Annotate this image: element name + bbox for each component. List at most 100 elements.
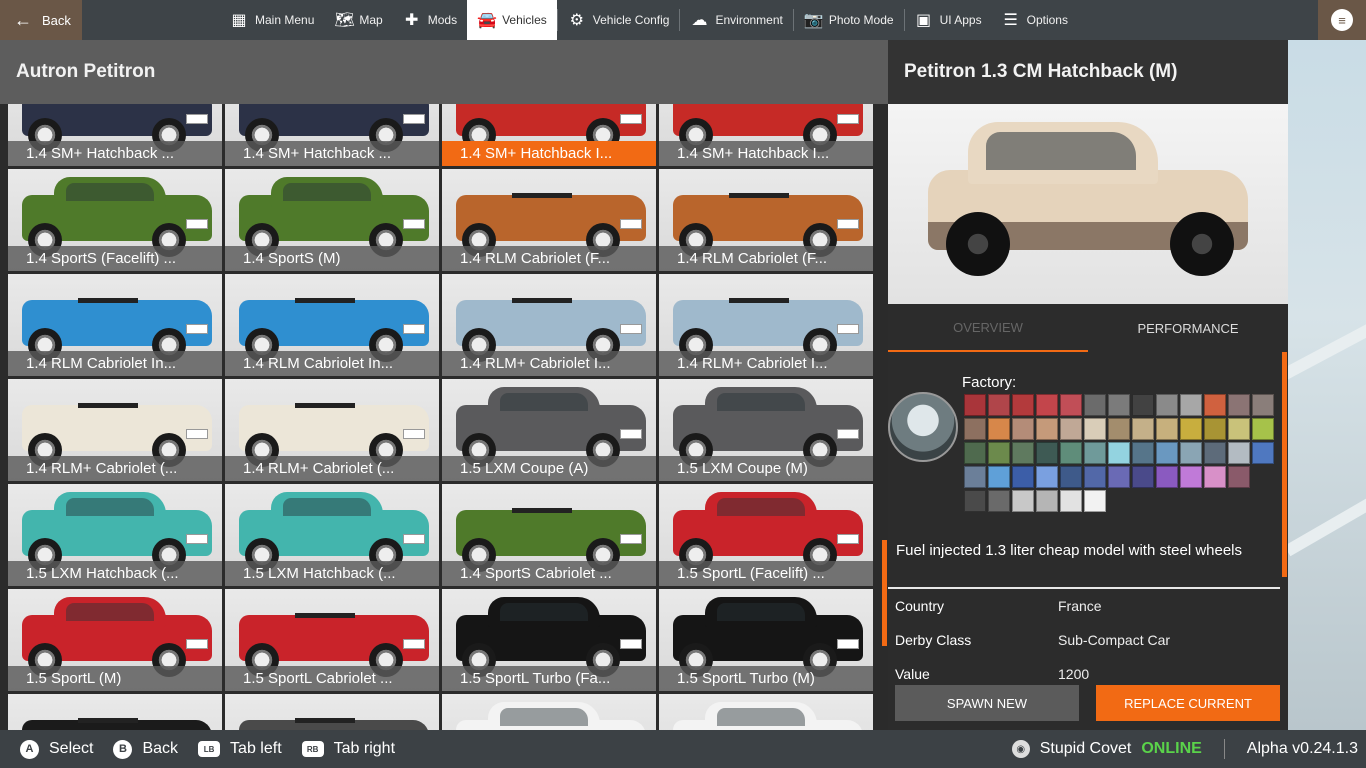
paint-swatch[interactable] [1156,466,1178,488]
paint-swatch[interactable] [1132,466,1154,488]
paint-swatch[interactable] [1204,442,1226,464]
paint-swatch[interactable] [1036,442,1058,464]
tab-performance[interactable]: PERFORMANCE [1088,304,1288,352]
tab-vehicles[interactable]: 🚘 Vehicles [467,0,557,40]
paint-swatch[interactable] [1156,394,1178,416]
config-tile[interactable]: 1.4 RLM+ Cabriolet I... [442,274,656,376]
paint-swatch[interactable] [1084,466,1106,488]
paint-swatch[interactable] [1180,394,1202,416]
paint-swatch[interactable] [1084,490,1106,512]
paint-swatch[interactable] [988,442,1010,464]
paint-swatch[interactable] [964,418,986,440]
paint-swatch[interactable] [1036,490,1058,512]
tab-ui-apps[interactable]: ▣ UI Apps [905,0,992,40]
paint-swatch[interactable] [1060,394,1082,416]
paint-swatch[interactable] [1252,418,1274,440]
paint-swatch[interactable] [1060,490,1082,512]
paint-swatch[interactable] [1132,418,1154,440]
paint-swatch[interactable] [1036,394,1058,416]
paint-swatch[interactable] [1084,418,1106,440]
paint-swatch[interactable] [1228,418,1250,440]
config-tile[interactable]: 1.4 RLM+ Cabriolet I... [659,274,873,376]
config-tile[interactable] [442,694,656,730]
spawn-new-button[interactable]: SPAWN NEW [895,685,1079,721]
tab-mods[interactable]: ✚ Mods [393,0,467,40]
paint-swatch[interactable] [1156,418,1178,440]
paint-swatch[interactable] [988,418,1010,440]
paint-swatch[interactable] [1228,394,1250,416]
config-tile[interactable]: 1.5 LXM Hatchback (... [225,484,439,586]
paint-swatch[interactable] [964,490,986,512]
config-tile[interactable]: 1.5 SportL Turbo (M) [659,589,873,691]
config-tile[interactable]: 1.4 SM+ Hatchback I... [659,104,873,166]
tab-main-menu[interactable]: ▦ Main Menu [220,0,324,40]
scrollbar[interactable] [1282,352,1287,577]
paint-swatch[interactable] [1204,418,1226,440]
config-tile[interactable] [225,694,439,730]
paint-swatch[interactable] [1012,394,1034,416]
paint-swatch[interactable] [964,466,986,488]
config-tile[interactable]: 1.4 RLM Cabriolet In... [225,274,439,376]
paint-swatch[interactable] [1132,442,1154,464]
paint-swatch[interactable] [1036,466,1058,488]
paint-swatch[interactable] [1132,394,1154,416]
paint-swatch[interactable] [1012,418,1034,440]
paint-swatch[interactable] [988,394,1010,416]
config-tile[interactable]: 1.5 SportL (Facelift) ... [659,484,873,586]
tab-environment[interactable]: ☁ Environment [680,0,792,40]
tab-options[interactable]: ☰ Options [992,0,1078,40]
config-tile[interactable]: 1.5 SportL (M) [8,589,222,691]
paint-swatch[interactable] [1252,394,1274,416]
paint-swatch[interactable] [1180,418,1202,440]
back-button[interactable]: ← Back [0,0,82,40]
config-tile[interactable]: 1.5 LXM Coupe (M) [659,379,873,481]
config-tile[interactable]: 1.4 RLM Cabriolet In... [8,274,222,376]
paint-swatch[interactable] [1108,442,1130,464]
paint-swatch[interactable] [964,442,986,464]
paint-swatch[interactable] [1108,418,1130,440]
config-tile[interactable]: 1.5 SportL Cabriolet ... [225,589,439,691]
paint-swatch[interactable] [1060,466,1082,488]
paint-swatch[interactable] [1108,466,1130,488]
config-tile[interactable]: 1.4 RLM+ Cabriolet (... [225,379,439,481]
paint-swatch[interactable] [964,394,986,416]
config-tile[interactable]: 1.4 SM+ Hatchback I... [442,104,656,166]
config-tile[interactable]: 1.5 LXM Coupe (A) [442,379,656,481]
paint-swatch[interactable] [1252,442,1274,464]
tab-overview[interactable]: OVERVIEW [888,304,1088,352]
paint-swatch[interactable] [1084,394,1106,416]
paint-swatch[interactable] [1012,442,1034,464]
paint-swatch[interactable] [1060,442,1082,464]
paint-swatch[interactable] [1156,442,1178,464]
tab-map[interactable]: 🗺 Map [324,0,392,40]
replace-current-button[interactable]: REPLACE CURRENT [1096,685,1280,721]
config-tile[interactable]: 1.4 RLM+ Cabriolet (... [8,379,222,481]
config-tile[interactable]: 1.4 RLM Cabriolet (F... [659,169,873,271]
config-tile[interactable] [659,694,873,730]
config-tile[interactable]: 1.5 SportL Turbo (Fa... [442,589,656,691]
tab-photo-mode[interactable]: 📷 Photo Mode [794,0,904,40]
paint-swatch[interactable] [1012,490,1034,512]
paint-swatch[interactable] [1228,466,1250,488]
paint-swatch[interactable] [1204,466,1226,488]
config-tile[interactable] [8,694,222,730]
config-tile[interactable]: 1.4 SportS (M) [225,169,439,271]
paint-swatch[interactable] [1204,394,1226,416]
config-tile[interactable]: 1.4 SM+ Hatchback ... [225,104,439,166]
paint-swatch[interactable] [1036,418,1058,440]
config-tile[interactable]: 1.5 LXM Hatchback (... [8,484,222,586]
hamburger-menu-button[interactable]: ≡ [1318,0,1366,40]
config-grid-viewport[interactable]: 1.4 SM+ Hatchback ... 1.4 SM+ Hatchback .… [8,104,874,730]
paint-swatch[interactable] [988,466,1010,488]
paint-swatch[interactable] [1084,442,1106,464]
paint-swatch[interactable] [1012,466,1034,488]
tab-vehicle-config[interactable]: ⚙ Vehicle Config [558,0,680,40]
config-tile[interactable]: 1.4 SM+ Hatchback ... [8,104,222,166]
paint-swatch[interactable] [1228,442,1250,464]
paint-swatch[interactable] [1180,442,1202,464]
config-tile[interactable]: 1.4 SportS Cabriolet ... [442,484,656,586]
config-tile[interactable]: 1.4 SportS (Facelift) ... [8,169,222,271]
paint-swatch[interactable] [1180,466,1202,488]
config-tile[interactable]: 1.4 RLM Cabriolet (F... [442,169,656,271]
paint-swatch[interactable] [1108,394,1130,416]
